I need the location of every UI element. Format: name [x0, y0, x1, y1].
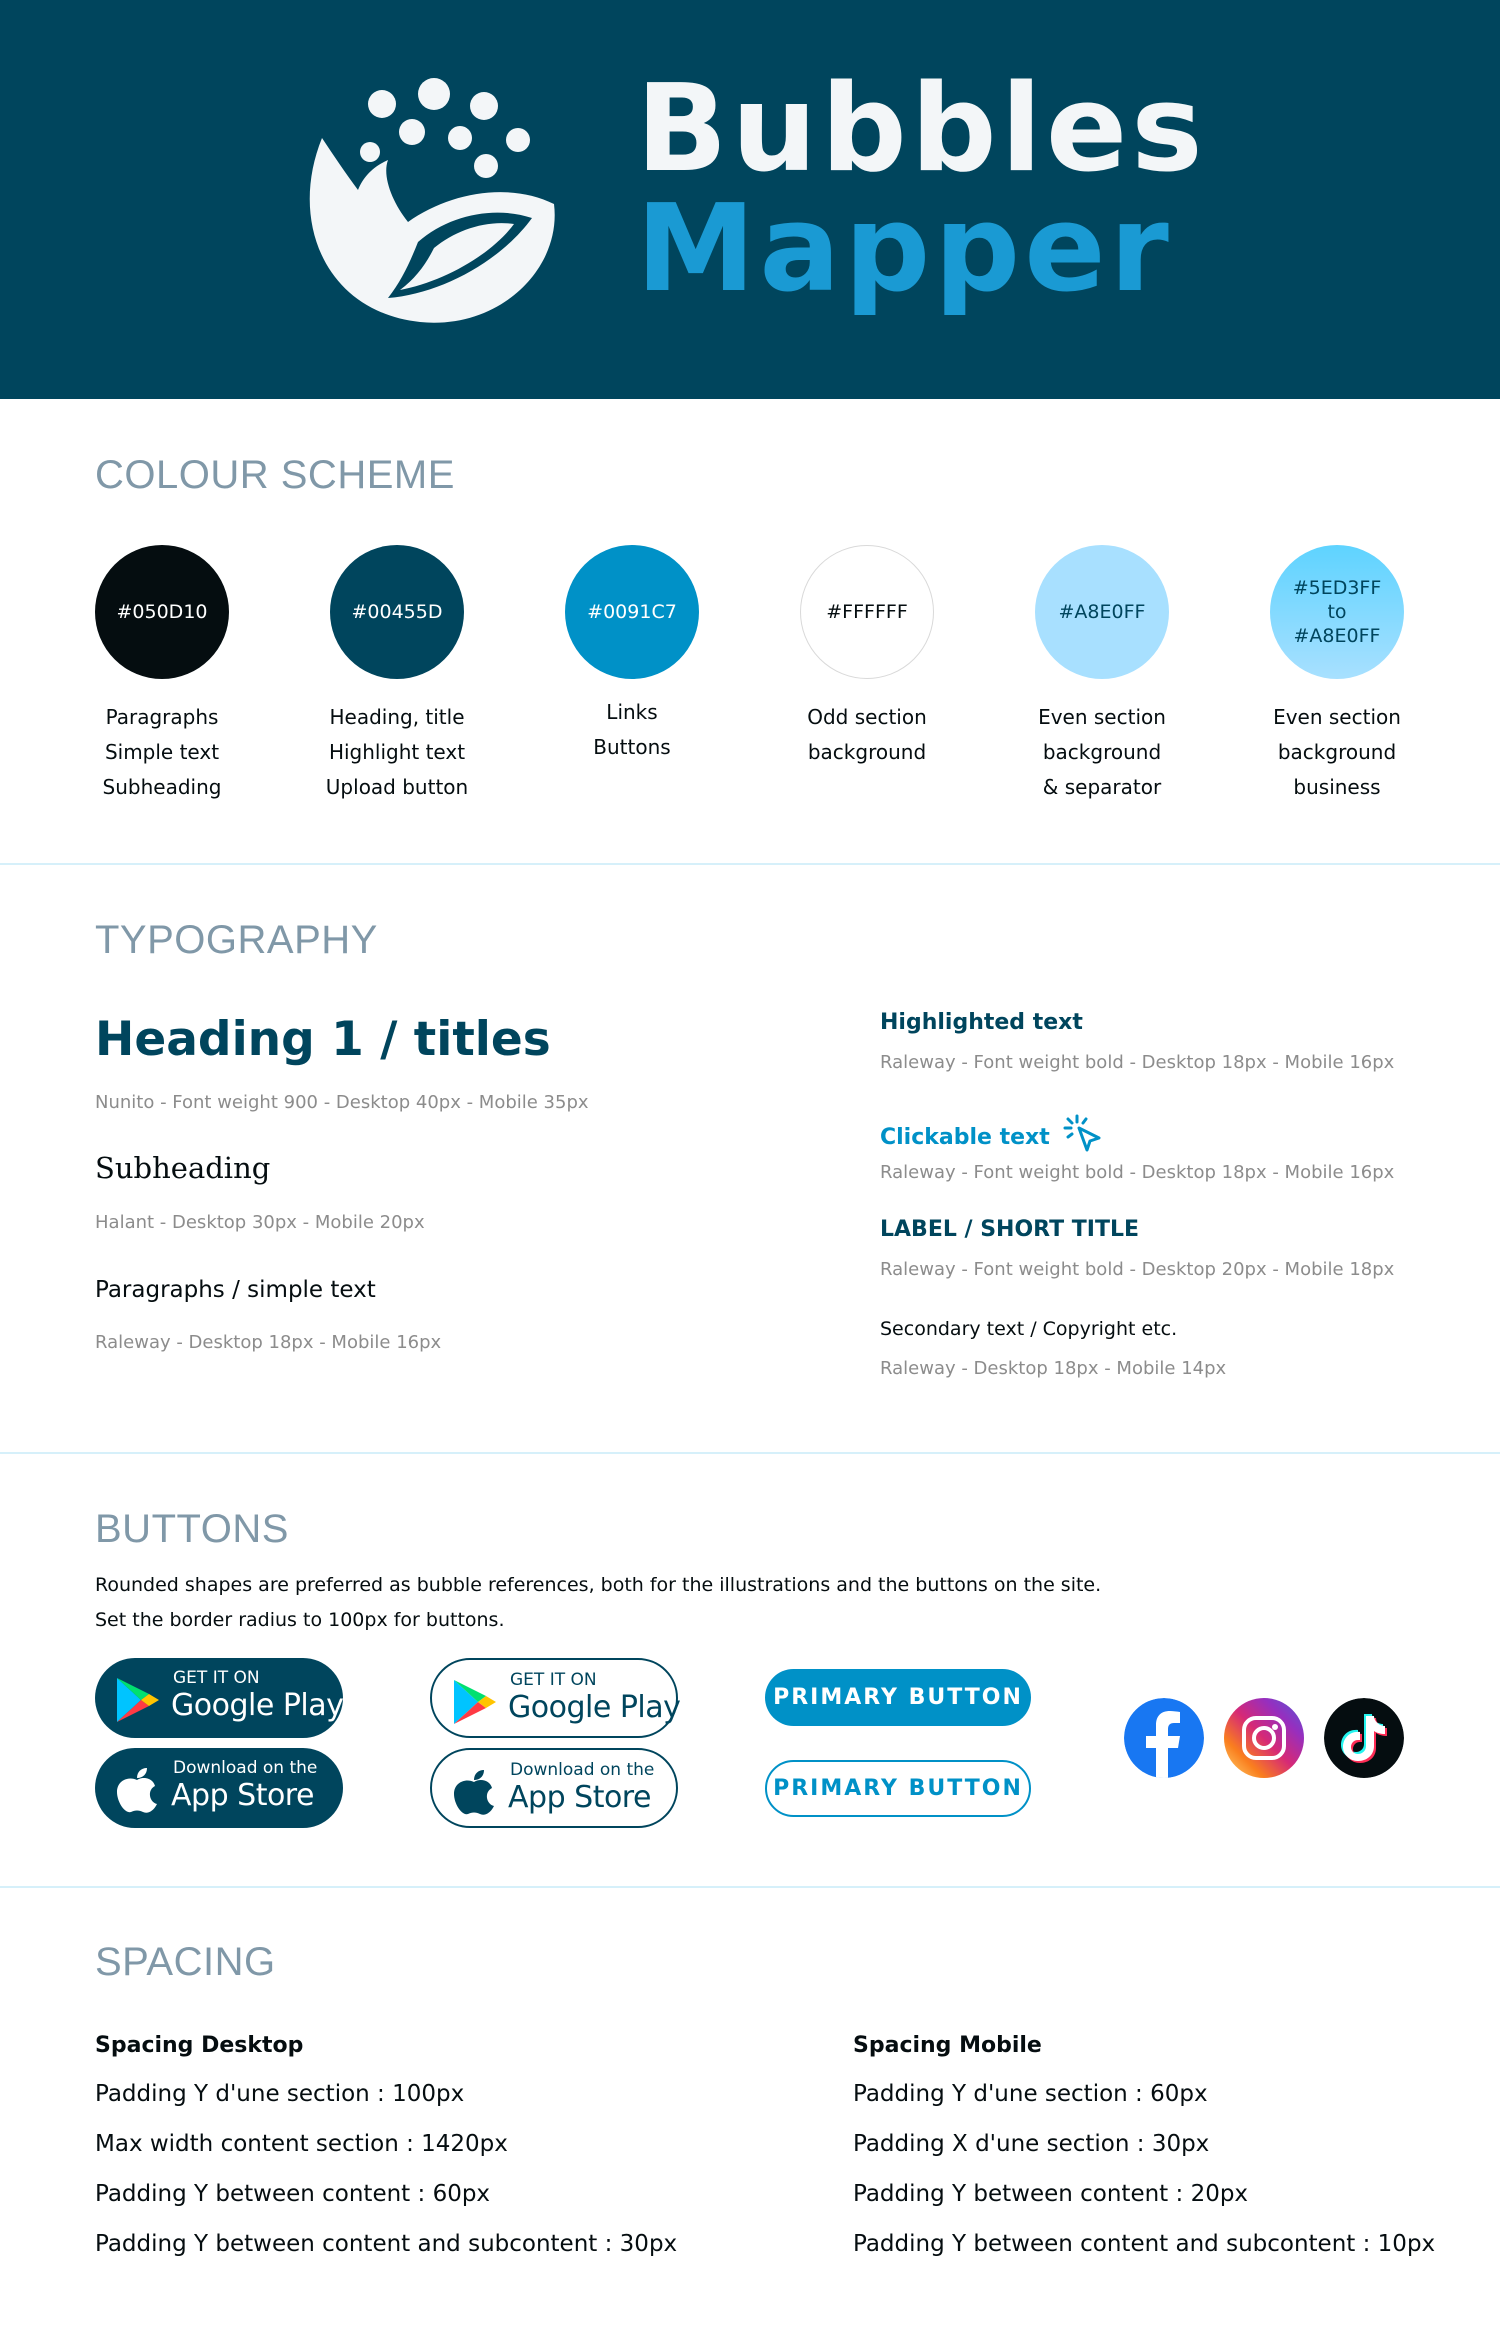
brand-header: Bubbles Mapper: [0, 0, 1500, 399]
swatch-light-blue-uses: Even section background & separator: [992, 700, 1212, 805]
app-store-small-text: Download on the: [173, 1758, 318, 1778]
buttons-description-line1: Rounded shapes are preferred as bubble r…: [95, 1574, 1102, 1596]
heading1-meta: Nunito - Font weight 900 - Desktop 40px …: [95, 1092, 589, 1113]
swatch-blue-uses: Links Buttons: [522, 695, 742, 765]
swatch-gradient-hex-end: #A8E0FF: [1293, 625, 1381, 647]
swatch-use: Odd section: [807, 705, 927, 729]
app-store-big-text: App Store: [508, 1780, 651, 1815]
swatch-dark: #050D10: [95, 545, 229, 679]
google-play-small-text: GET IT ON: [173, 1668, 260, 1688]
app-store-small-text: Download on the: [510, 1760, 655, 1780]
swatch-navy-hex: #00455D: [351, 600, 443, 623]
primary-button-outline[interactable]: PRIMARY BUTTON: [765, 1760, 1031, 1817]
clickable-sample[interactable]: Clickable text: [880, 1114, 1105, 1156]
buttons-title: BUTTONS: [95, 1507, 289, 1551]
buttons-description-line2: Set the border radius to 100px for butto…: [95, 1609, 505, 1631]
brand-name-line1: Bubbles: [636, 60, 1207, 199]
spacing-desktop-heading: Spacing Desktop: [95, 2033, 304, 2058]
swatch-use: Even section: [1038, 705, 1166, 729]
swatch-use: Highlight text: [328, 740, 466, 764]
subheading-meta: Halant - Desktop 30px - Mobile 20px: [95, 1212, 425, 1233]
heading1-sample: Heading 1 / titles: [95, 1012, 551, 1067]
clickable-sample-text[interactable]: Clickable text: [880, 1125, 1050, 1150]
spacing-title: SPACING: [95, 1940, 276, 1984]
google-play-small-text: GET IT ON: [510, 1670, 597, 1690]
google-play-button-filled[interactable]: GET IT ON Google Play: [95, 1658, 344, 1738]
swatch-gradient-hex-start: #5ED3FF: [1292, 577, 1382, 599]
paragraph-meta: Raleway - Desktop 18px - Mobile 16px: [95, 1332, 442, 1353]
instagram-glyph-icon: [1242, 1716, 1286, 1760]
brand-name-line2: Mapper: [636, 180, 1173, 319]
swatch-dark-uses: Paragraphs Simple text Subheading: [52, 700, 272, 805]
swatch-dark-hex: #050D10: [116, 600, 208, 623]
highlighted-meta: Raleway - Font weight bold - Desktop 18p…: [880, 1052, 1395, 1073]
swatch-white-hex: #FFFFFF: [826, 600, 908, 623]
swatch-blue-hex: #0091C7: [587, 600, 677, 623]
swatch-use: background: [1042, 740, 1162, 764]
instagram-icon[interactable]: [1224, 1698, 1304, 1778]
spacing-desktop-item: Max width content section : 1420px: [95, 2131, 508, 2157]
swatch-use: & separator: [1042, 775, 1162, 799]
spacing-desktop-item: Padding Y d'une section : 100px: [95, 2081, 465, 2107]
apple-icon: [117, 1768, 157, 1813]
swatch-gradient-to: to: [1327, 601, 1347, 623]
facebook-icon[interactable]: [1124, 1698, 1204, 1778]
swatch-gradient-uses: Even section background business: [1227, 700, 1447, 805]
swatch-use: Heading, title: [329, 705, 465, 729]
swatch-light-blue-hex: #A8E0FF: [1058, 600, 1146, 623]
section-divider: [0, 1452, 1500, 1454]
colour-scheme-title: COLOUR SCHEME: [95, 453, 455, 497]
google-play-big-text: Google Play: [508, 1690, 681, 1725]
app-store-big-text: App Store: [171, 1778, 314, 1813]
paragraph-sample: Paragraphs / simple text: [95, 1277, 376, 1303]
spacing-mobile-heading: Spacing Mobile: [853, 2033, 1042, 2058]
section-divider: [0, 1886, 1500, 1888]
swatch-white-uses: Odd section background: [757, 700, 977, 770]
swatch-gradient: #5ED3FF to #A8E0FF: [1270, 545, 1404, 679]
swatch-use: background: [1277, 740, 1397, 764]
swatch-navy-uses: Heading, title Highlight text Upload but…: [287, 700, 507, 805]
primary-button-filled[interactable]: PRIMARY BUTTON: [765, 1669, 1031, 1726]
whale-bubbles-logo-icon: [309, 78, 555, 323]
secondary-meta: Raleway - Desktop 18px - Mobile 14px: [880, 1358, 1227, 1379]
typography-title: TYPOGRAPHY: [95, 918, 378, 962]
app-store-button-filled[interactable]: Download on the App Store: [95, 1748, 343, 1828]
spacing-mobile-item: Padding X d'une section : 30px: [853, 2131, 1210, 2157]
google-play-big-text: Google Play: [171, 1688, 344, 1723]
secondary-sample: Secondary text / Copyright etc.: [880, 1318, 1178, 1340]
swatch-navy: #00455D: [330, 545, 464, 679]
swatch-use: Subheading: [102, 775, 222, 799]
swatch-use: Paragraphs: [105, 705, 219, 729]
spacing-desktop-item: Padding Y between content : 60px: [95, 2181, 491, 2207]
google-play-button-outline[interactable]: GET IT ON Google Play: [430, 1658, 681, 1738]
section-divider: [0, 863, 1500, 865]
spacing-mobile-item: Padding Y d'une section : 60px: [853, 2081, 1208, 2107]
google-play-icon: [454, 1680, 496, 1724]
swatch-use: Links: [606, 700, 658, 724]
swatch-blue: #0091C7: [565, 545, 699, 679]
label-meta: Raleway - Font weight bold - Desktop 20p…: [880, 1259, 1395, 1280]
swatch-use: Simple text: [104, 740, 220, 764]
swatch-use: Buttons: [593, 735, 671, 759]
subheading-sample: Subheading: [95, 1151, 271, 1185]
app-store-button-outline[interactable]: Download on the App Store: [430, 1748, 678, 1828]
spacing-desktop-item: Padding Y between content and subcontent…: [95, 2231, 678, 2257]
swatch-light-blue: #A8E0FF: [1035, 545, 1169, 679]
spacing-mobile-item: Padding Y between content : 20px: [853, 2181, 1249, 2207]
clickable-meta: Raleway - Font weight bold - Desktop 18p…: [880, 1162, 1395, 1183]
apple-icon: [454, 1770, 494, 1815]
swatch-use: business: [1293, 775, 1381, 799]
spacing-mobile-item: Padding Y between content and subcontent…: [853, 2231, 1436, 2257]
swatch-use: Upload button: [325, 775, 469, 799]
label-sample: LABEL / SHORT TITLE: [880, 1217, 1140, 1242]
swatch-use: Even section: [1273, 705, 1401, 729]
swatch-use: background: [807, 740, 927, 764]
swatch-white: #FFFFFF: [800, 545, 934, 679]
highlighted-sample: Highlighted text: [880, 1010, 1083, 1035]
tiktok-icon[interactable]: [1324, 1698, 1404, 1778]
cursor-click-icon: [1063, 1114, 1101, 1152]
google-play-icon: [117, 1678, 159, 1722]
